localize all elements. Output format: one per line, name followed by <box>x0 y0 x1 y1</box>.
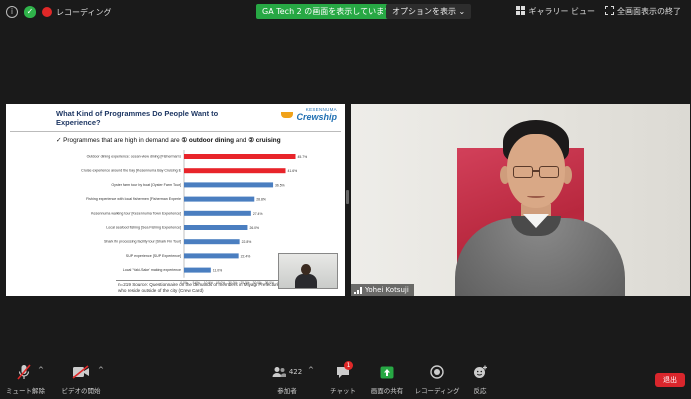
source-divider <box>116 280 285 281</box>
chart-category-label: Kesennuma walking tour [Kesennuma Town E… <box>91 211 181 215</box>
shared-screen-slide: What Kind of Programmes Do People Want t… <box>6 104 345 296</box>
chart-category-label: Oyster farm tour by boat [Oyster Farm To… <box>111 183 181 187</box>
sample-size-label: n=219 <box>118 282 131 287</box>
person-mouth <box>527 194 545 198</box>
chart-value-label: 11.0% <box>213 269 222 273</box>
chart-value-label: 26.0% <box>249 226 259 230</box>
chart-value-label: 36.5% <box>275 183 285 187</box>
start-video-label: ビデオの開始 <box>61 387 101 395</box>
muted-microphone-icon <box>6 363 42 381</box>
chart-category-label: Local 'Yaki-Sake' making experience <box>123 268 181 272</box>
chart-category-label: Shark fin processing facility tour [Shar… <box>104 240 181 244</box>
chart-value-label: 28.8% <box>256 198 266 202</box>
record-icon <box>414 363 460 381</box>
meeting-controls-toolbar: ミュート解除 ^ ビデオの開始 ^ 422 参加者 ^ 1 チャット 画面の共有… <box>0 357 691 399</box>
participant-video-tile[interactable]: Yohei Kotsuji <box>351 104 690 296</box>
top-right-controls: ギャラリー ビュー 全画面表示の終了 <box>516 6 681 17</box>
signal-strength-icon <box>354 286 362 294</box>
share-screen-button[interactable]: 画面の共有 <box>366 363 408 395</box>
participants-options-caret-icon[interactable]: ^ <box>308 366 314 374</box>
unmute-label: ミュート解除 <box>6 387 45 395</box>
thumbnail-presenter-head <box>301 264 311 275</box>
share-screen-icon <box>366 363 408 381</box>
chart-bar <box>184 154 296 159</box>
chart-value-label: 27.4% <box>253 212 263 216</box>
chart-category-label: Outdoor dining experience: ocean-view di… <box>87 155 182 159</box>
share-screen-label: 画面の共有 <box>370 387 404 395</box>
gallery-view-button[interactable]: ギャラリー ビュー <box>516 6 595 17</box>
reactions-button[interactable]: 反応 <box>466 363 494 395</box>
record-label: レコーディング <box>414 387 460 395</box>
video-options-caret-icon[interactable]: ^ <box>98 366 104 374</box>
recording-indicator[interactable]: レコーディング <box>42 7 111 18</box>
exit-fullscreen-button[interactable]: 全画面表示の終了 <box>605 6 681 17</box>
chart-bar <box>184 210 251 216</box>
recording-dot-icon <box>42 7 52 17</box>
chart-value-label: 41.6% <box>288 169 298 173</box>
chart-bar <box>184 196 255 202</box>
chart-bar <box>184 267 211 273</box>
participants-icon: 422 <box>268 363 306 381</box>
glasses-left-lens <box>513 166 533 178</box>
grid-icon <box>516 6 526 15</box>
chat-button[interactable]: 1 チャット <box>326 361 360 395</box>
glasses-right-lens <box>539 166 559 178</box>
participant-name: Yohei Kotsuji <box>365 286 409 294</box>
chart-value-label: 22.4% <box>241 254 251 258</box>
unmute-button[interactable]: ミュート解除 <box>6 363 45 395</box>
participants-button[interactable]: 422 参加者 <box>268 363 306 395</box>
presenter-thumbnail-video[interactable] <box>278 253 338 289</box>
zoom-meeting-window: i ✓ レコーディング GA Tech 2 の画面を表示しています オプションを… <box>0 0 691 399</box>
slide-source-note: n=219 Source: Questionnaire on the deman… <box>118 282 288 293</box>
participants-count: 422 <box>288 368 303 376</box>
top-left-status: i ✓ レコーディング <box>6 6 111 18</box>
audio-options-caret-icon[interactable]: ^ <box>38 366 44 374</box>
chat-label: チャット <box>330 387 356 395</box>
source-text: Source: Questionnaire on the demands of … <box>118 282 280 293</box>
chart-bar <box>184 253 239 259</box>
chart-bar <box>184 239 240 245</box>
view-options-button[interactable]: オプションを表示 ⌄ <box>386 4 472 19</box>
panel-splitter-handle[interactable] <box>346 190 349 204</box>
emoji-plus-icon <box>466 363 494 381</box>
chart-category-label: Fishing experience with local fishermen … <box>86 197 181 201</box>
chart-value-label: 22.8% <box>242 240 252 244</box>
chart-bar <box>184 168 286 174</box>
participant-name-tag: Yohei Kotsuji <box>351 284 414 296</box>
chart-bar <box>184 225 248 230</box>
chart-value-label: 45.7% <box>298 155 308 159</box>
chart-category-label: SUP experience [SUP Experience] <box>126 254 181 258</box>
chart-bar <box>184 182 274 188</box>
chart-category-label: Local seafood fishing [Sea Fishing Exper… <box>106 226 181 230</box>
chat-bubble-icon <box>326 363 360 381</box>
info-icon[interactable]: i <box>6 6 18 18</box>
thumbnail-presenter-body <box>295 274 317 288</box>
leave-meeting-button[interactable]: 退出 <box>655 373 685 387</box>
reactions-label: 反応 <box>473 387 487 395</box>
participants-label: 参加者 <box>277 387 297 395</box>
recording-label: レコーディング <box>56 7 112 17</box>
fullscreen-icon <box>605 6 614 15</box>
chat-unread-badge: 1 <box>344 361 353 370</box>
chart-category-label: Cruise experience around the bay [Kesenn… <box>81 169 181 173</box>
top-bar: i ✓ レコーディング GA Tech 2 の画面を表示しています オプションを… <box>0 0 691 26</box>
glasses-bridge <box>532 170 540 172</box>
record-button[interactable]: レコーディング <box>414 363 460 395</box>
security-shield-icon[interactable]: ✓ <box>24 6 36 18</box>
screen-share-banner: GA Tech 2 の画面を表示しています <box>256 4 399 19</box>
